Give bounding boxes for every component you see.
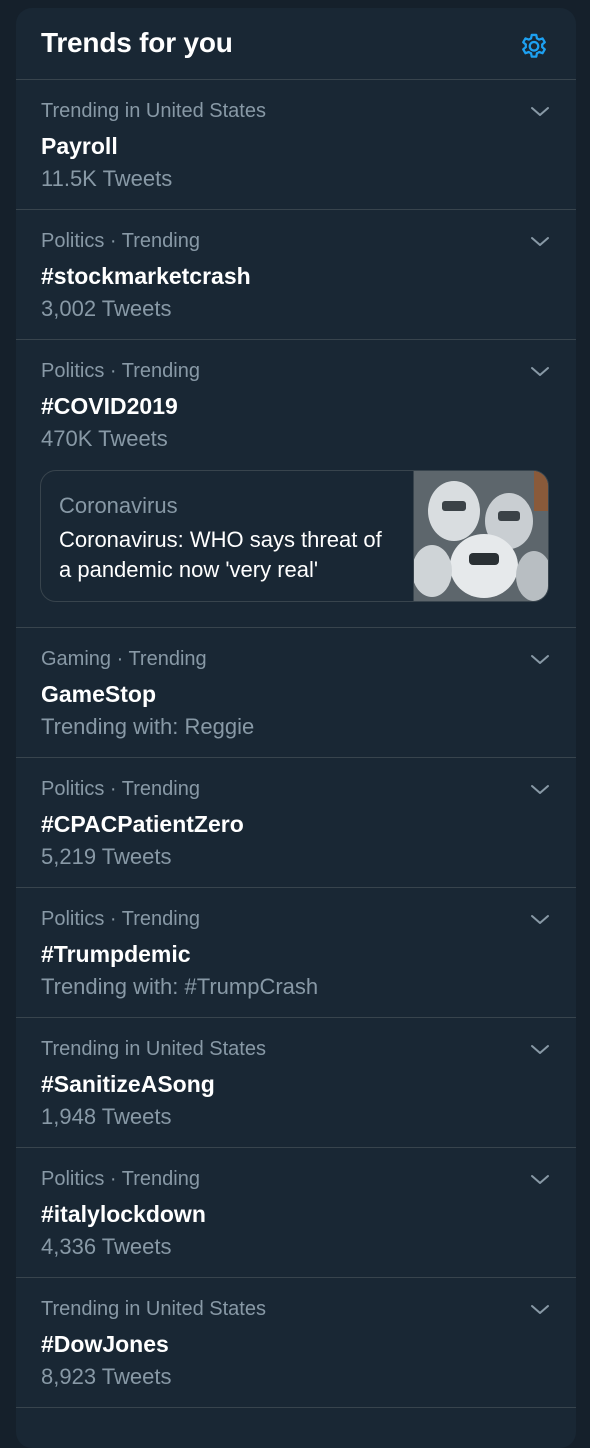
trend-tweet-count: 1,948 Tweets [41, 1104, 172, 1129]
news-card[interactable]: Coronavirus Coronavirus: WHO says threat… [40, 470, 549, 602]
trend-context: Politics · Trending [41, 230, 200, 252]
chevron-down-icon[interactable] [528, 100, 552, 124]
trend-item[interactable]: Politics · Trending #Trumpdemic Trending… [16, 888, 576, 1018]
trend-name: #CPACPatientZero [41, 811, 244, 837]
trend-item[interactable]: Trending in United States #DowJones 8,92… [16, 1278, 576, 1408]
news-headline: Coronavirus: WHO says threat of a pandem… [59, 527, 382, 582]
trend-item[interactable]: Trending in United States #SanitizeASong… [16, 1018, 576, 1148]
news-source: Coronavirus [59, 493, 178, 518]
trend-item[interactable]: Politics · Trending #italylockdown 4,336… [16, 1148, 576, 1278]
trend-name: #stockmarketcrash [41, 263, 251, 289]
trend-item[interactable]: Politics · Trending #stockmarketcrash 3,… [16, 210, 576, 340]
trend-tweet-count: 4,336 Tweets [41, 1234, 172, 1259]
trend-item[interactable]: Politics · Trending #CPACPatientZero 5,2… [16, 758, 576, 888]
trend-tweet-count: 3,002 Tweets [41, 296, 172, 321]
chevron-down-icon[interactable] [528, 1298, 552, 1322]
trend-name: #Trumpdemic [41, 941, 191, 967]
trend-context: Gaming · Trending [41, 648, 207, 670]
chevron-down-icon[interactable] [528, 908, 552, 932]
chevron-down-icon[interactable] [528, 230, 552, 254]
trend-context: Politics · Trending [41, 360, 200, 382]
trend-context: Trending in United States [41, 1298, 266, 1320]
trend-tweet-count: 5,219 Tweets [41, 844, 172, 869]
trend-name: #COVID2019 [41, 393, 178, 419]
news-thumbnail-art [412, 471, 548, 601]
trend-item[interactable]: Gaming · Trending GameStop Trending with… [16, 628, 576, 758]
trend-item[interactable]: Trending in United States Payroll 11.5K … [16, 80, 576, 210]
trend-name: GameStop [41, 681, 157, 707]
trends-title: Trends for you [41, 27, 233, 58]
trends-header: Trends for you [16, 8, 576, 80]
trend-name: #italylockdown [41, 1201, 206, 1227]
trend-name: #DowJones [41, 1331, 169, 1357]
trend-context: Trending in United States [41, 100, 266, 122]
trend-context: Politics · Trending [41, 1168, 200, 1190]
trend-context: Politics · Trending [41, 908, 200, 930]
trend-meta: Trending with: #TrumpCrash [41, 974, 319, 999]
trend-name: Payroll [41, 133, 118, 159]
chevron-down-icon[interactable] [528, 1168, 552, 1192]
trend-context: Politics · Trending [41, 778, 200, 800]
news-thumbnail [412, 471, 548, 601]
trend-name: #SanitizeASong [41, 1071, 215, 1097]
chevron-down-icon[interactable] [528, 1038, 552, 1062]
trend-tweet-count: 11.5K Tweets [41, 166, 173, 191]
trend-tweet-count: 470K Tweets [41, 426, 168, 451]
chevron-down-icon[interactable] [528, 648, 552, 672]
trend-context: Trending in United States [41, 1038, 266, 1060]
gear-icon[interactable] [518, 30, 550, 62]
chevron-down-icon[interactable] [528, 360, 552, 384]
chevron-down-icon[interactable] [528, 778, 552, 802]
trend-meta: Trending with: Reggie [41, 714, 255, 739]
trend-item[interactable]: Politics · Trending #COVID2019 470K Twee… [16, 340, 576, 628]
trends-panel: Trends for you Trending in United States… [16, 8, 576, 1448]
trend-tweet-count: 8,923 Tweets [41, 1364, 172, 1389]
